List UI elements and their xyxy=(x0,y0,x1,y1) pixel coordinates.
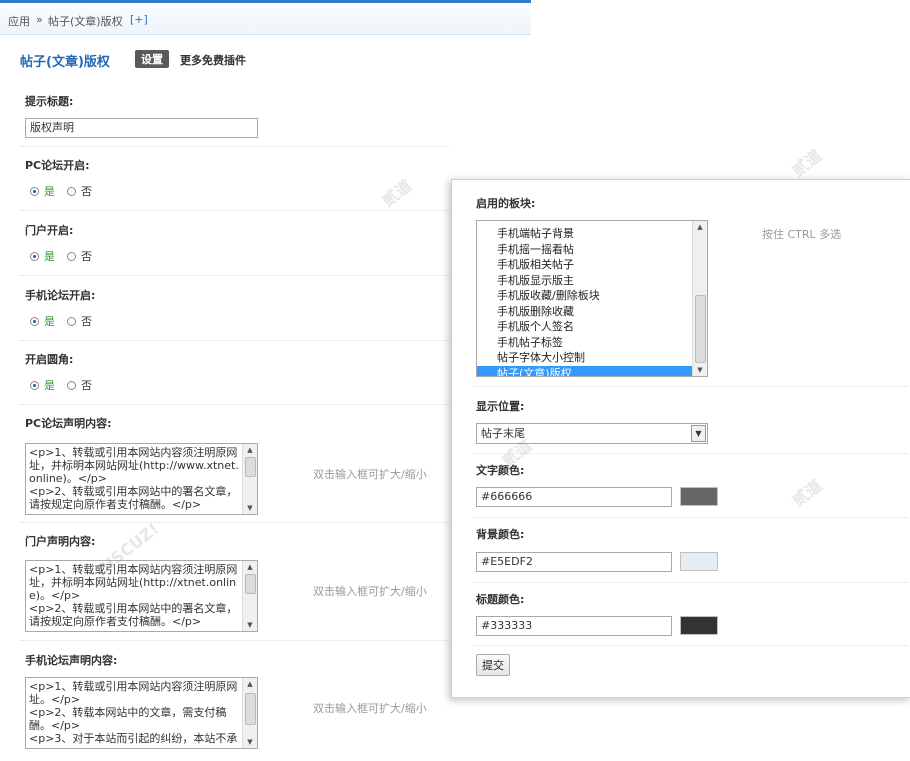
no-label: 否 xyxy=(81,250,92,263)
textarea-hint: 双击输入框可扩大/缩小 xyxy=(313,468,427,481)
block-option[interactable]: 手机帖子标签 xyxy=(477,335,693,350)
textarea-hint: 双击输入框可扩大/缩小 xyxy=(313,702,427,715)
text-color-swatch[interactable] xyxy=(680,487,718,506)
divider xyxy=(472,645,910,646)
portal-statement-label: 门户声明内容: xyxy=(25,535,96,548)
bg-color-input[interactable]: #E5EDF2 xyxy=(476,552,672,572)
scroll-down-icon[interactable]: ▼ xyxy=(243,736,257,748)
scroll-thumb[interactable] xyxy=(695,295,706,363)
block-option[interactable]: 手机版个人签名 xyxy=(477,319,693,334)
pc-forum-radio-group: 是 否 xyxy=(30,183,92,199)
portal-label: 门户开启: xyxy=(25,224,74,237)
textarea-hint: 双击输入框可扩大/缩小 xyxy=(313,585,427,598)
divider xyxy=(472,582,910,583)
scrollbar[interactable]: ▲ ▼ xyxy=(242,444,257,514)
block-option[interactable]: 手机端帖子背景 xyxy=(477,226,693,241)
position-select-value: 帖子末尾 xyxy=(481,427,525,440)
scroll-down-icon[interactable]: ▼ xyxy=(693,364,707,376)
no-label: 否 xyxy=(81,185,92,198)
block-option[interactable]: 帖子字体大小控制 xyxy=(477,350,693,365)
more-plugins-link[interactable]: 更多免费插件 xyxy=(180,52,246,68)
no-label: 否 xyxy=(81,379,92,392)
mobile-statement-textarea[interactable]: <p>1、转载或引用本网站内容须注明原网址。</p> <p>2、转载本网站中的文… xyxy=(25,677,258,749)
portal-no-radio[interactable] xyxy=(67,251,76,261)
round-corner-label: 开启圆角: xyxy=(25,353,74,366)
tab-settings[interactable]: 设置 xyxy=(135,50,169,68)
block-option[interactable]: 帖子(文章)版权 xyxy=(477,365,693,376)
title-color-label: 标题颜色: xyxy=(476,593,525,606)
mobile-forum-radio-group: 是 否 xyxy=(30,313,92,329)
block-option[interactable]: 手机版显示版主 xyxy=(477,273,693,288)
divider xyxy=(20,340,450,341)
position-label: 显示位置: xyxy=(476,400,525,413)
mobile-statement-label: 手机论坛声明内容: xyxy=(25,654,118,667)
portal-yes-radio[interactable] xyxy=(30,251,39,261)
settings-overlay-panel: 启用的板块: 手机端帖子背景 手机摇一摇看帖 手机版相关帖子 手机版显示版主 手机版收藏… xyxy=(451,179,910,698)
scroll-up-icon[interactable]: ▲ xyxy=(243,678,257,690)
mobile-statement-text: <p>1、转载或引用本网站内容须注明原网址。</p> <p>2、转载本网站中的文… xyxy=(29,680,238,745)
submit-button[interactable]: 提交 xyxy=(476,654,510,676)
prompt-title-label: 提示标题: xyxy=(25,95,74,108)
watermark-logo: 贰道 xyxy=(788,145,826,181)
pc-statement-text: <p>1、转载或引用本网站内容须注明原网址，并标明本网站网址(http://ww… xyxy=(29,446,239,511)
mobile-forum-no-radio[interactable] xyxy=(67,316,76,326)
pc-statement-label: PC论坛声明内容: xyxy=(25,417,112,430)
divider xyxy=(472,517,910,518)
pc-statement-textarea[interactable]: <p>1、转载或引用本网站内容须注明原网址，并标明本网站网址(http://ww… xyxy=(25,443,258,515)
bg-color-swatch[interactable] xyxy=(680,552,718,571)
portal-statement-text: <p>1、转载或引用本网站内容须注明原网址，并标明本网站网址(http://xt… xyxy=(29,563,238,628)
position-select[interactable]: 帖子末尾 ▼ xyxy=(476,423,708,444)
enabled-blocks-listbox[interactable]: 手机端帖子背景 手机摇一摇看帖 手机版相关帖子 手机版显示版主 手机版收藏/删除板块 手机… xyxy=(476,220,708,377)
block-option[interactable]: 手机版删除收藏 xyxy=(477,304,693,319)
divider xyxy=(20,404,450,405)
divider xyxy=(20,275,450,276)
yes-label: 是 xyxy=(44,379,55,392)
title-color-swatch[interactable] xyxy=(680,616,718,635)
chevron-down-icon[interactable]: ▼ xyxy=(691,425,706,442)
round-corner-no-radio[interactable] xyxy=(67,380,76,390)
bg-color-label: 背景颜色: xyxy=(476,528,525,541)
block-option[interactable]: 手机摇一摇看帖 xyxy=(477,242,693,257)
pc-forum-no-radio[interactable] xyxy=(67,186,76,196)
prompt-title-input[interactable]: 版权声明 xyxy=(25,118,258,138)
portal-statement-textarea[interactable]: <p>1、转载或引用本网站内容须注明原网址，并标明本网站网址(http://xt… xyxy=(25,560,258,632)
divider xyxy=(20,210,450,211)
yes-label: 是 xyxy=(44,250,55,263)
mobile-forum-label: 手机论坛开启: xyxy=(25,289,96,302)
divider xyxy=(472,453,910,454)
pc-forum-label: PC论坛开启: xyxy=(25,159,90,172)
round-corner-yes-radio[interactable] xyxy=(30,380,39,390)
title-color-input[interactable]: #333333 xyxy=(476,616,672,636)
text-color-input[interactable]: #666666 xyxy=(476,487,672,507)
scrollbar[interactable]: ▲ ▼ xyxy=(692,221,707,376)
text-color-label: 文字颜色: xyxy=(476,464,525,477)
scroll-down-icon[interactable]: ▼ xyxy=(243,619,257,631)
scroll-up-icon[interactable]: ▲ xyxy=(243,444,257,456)
scrollbar[interactable]: ▲ ▼ xyxy=(242,561,257,631)
enabled-blocks-label: 启用的板块: xyxy=(476,197,536,210)
yes-label: 是 xyxy=(44,185,55,198)
scroll-up-icon[interactable]: ▲ xyxy=(693,221,707,233)
scroll-thumb[interactable] xyxy=(245,574,256,594)
divider xyxy=(20,640,450,641)
pc-forum-yes-radio[interactable] xyxy=(30,186,39,196)
scrollbar[interactable]: ▲ ▼ xyxy=(242,678,257,748)
multi-select-tip: 按住 CTRL 多选 xyxy=(762,228,842,241)
page-title: 帖子(文章)版权 xyxy=(20,55,110,70)
block-option[interactable]: 手机版相关帖子 xyxy=(477,257,693,272)
yes-label: 是 xyxy=(44,315,55,328)
block-option[interactable]: 手机版收藏/删除板块 xyxy=(477,288,693,303)
portal-radio-group: 是 否 xyxy=(30,248,92,264)
mobile-forum-yes-radio[interactable] xyxy=(30,316,39,326)
scroll-thumb[interactable] xyxy=(245,457,256,477)
plugin-settings-form: 帖子(文章)版权 设置 更多免费插件 提示标题: 版权声明 PC论坛开启: 是 … xyxy=(0,0,450,761)
scroll-up-icon[interactable]: ▲ xyxy=(243,561,257,573)
round-corner-radio-group: 是 否 xyxy=(30,377,92,393)
no-label: 否 xyxy=(81,315,92,328)
divider xyxy=(472,386,910,387)
divider xyxy=(20,146,450,147)
scroll-thumb[interactable] xyxy=(245,693,256,725)
divider xyxy=(20,522,450,523)
scroll-down-icon[interactable]: ▼ xyxy=(243,502,257,514)
